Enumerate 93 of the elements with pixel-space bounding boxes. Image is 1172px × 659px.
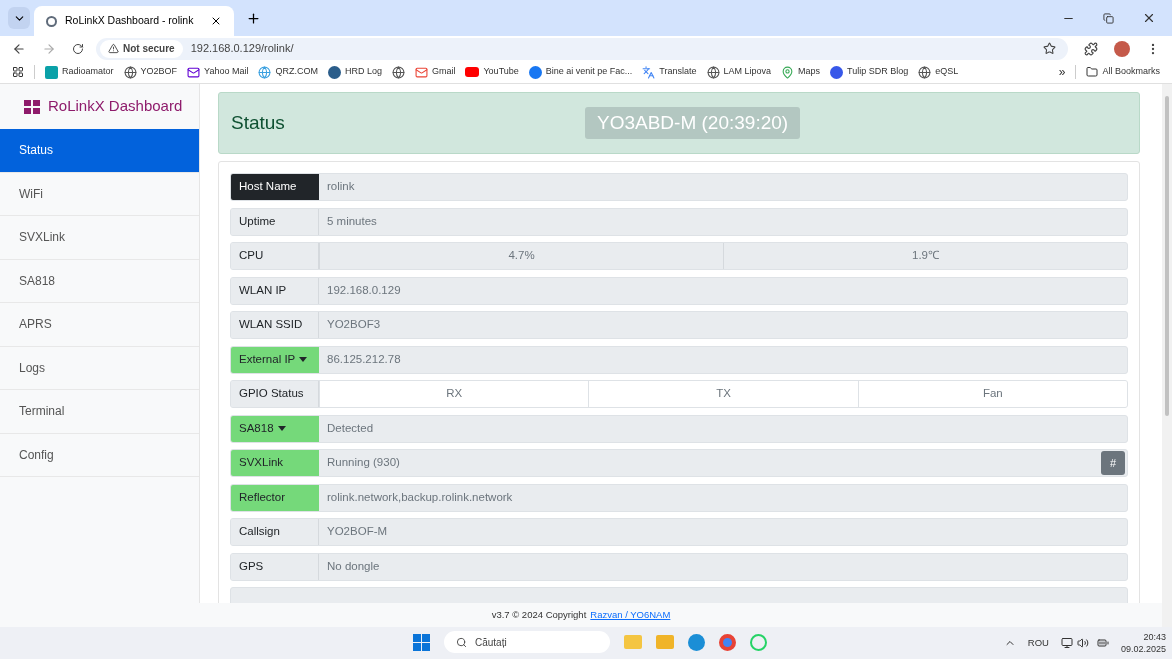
search-field[interactable]: Căutați: [444, 631, 610, 653]
language-indicator[interactable]: ROU: [1027, 635, 1049, 651]
caret-icon: [299, 357, 308, 362]
monitor-icon[interactable]: [1060, 637, 1073, 649]
row-value: 1.9℃: [723, 243, 1127, 269]
row-value: 192.168.0.129: [326, 282, 402, 298]
nav-item[interactable]: SA818: [0, 259, 199, 303]
avatar[interactable]: [1114, 40, 1130, 57]
gear-icon: [46, 15, 57, 27]
bookmark[interactable]: LAM Lipova: [723, 65, 772, 79]
close-icon[interactable]: [1142, 11, 1156, 25]
copyright-text: v3.7 © 2024 Copyright: [491, 607, 587, 622]
caret-icon: [277, 426, 286, 431]
status-cell: TX: [588, 381, 858, 407]
browser-tab[interactable]: RoLinkX Dashboard - rolink: [34, 6, 234, 36]
map-pin-icon[interactable]: [781, 65, 795, 79]
bookmark[interactable]: Gmail: [431, 65, 456, 79]
bookmark[interactable]: Yahoo Mail: [204, 65, 249, 79]
mail-icon[interactable]: [187, 65, 201, 79]
nav-item[interactable]: Logs: [0, 346, 199, 390]
browser-icon[interactable]: [719, 633, 736, 651]
nav-item[interactable]: WiFi: [0, 172, 199, 216]
security-chip[interactable]: Not secure: [100, 39, 183, 58]
all-bookmarks-button[interactable]: All Bookmarks: [1086, 65, 1160, 79]
more-bookmarks-button[interactable]: »: [1058, 63, 1066, 81]
browser-icon[interactable]: [688, 633, 705, 651]
nav-item[interactable]: APRS: [0, 303, 199, 347]
callsign-badge: YO3ABD-M (20:39:20): [585, 107, 801, 139]
row-value: 4.7%: [319, 243, 723, 269]
bookmark[interactable]: YO2BOF: [140, 65, 178, 79]
row-value: YO2BOF3: [326, 317, 382, 333]
clock[interactable]: 20:43 09.02.2025: [1120, 631, 1166, 655]
apps-icon[interactable]: [12, 66, 24, 78]
brand-title[interactable]: RoLinkX Dashboard: [48, 95, 183, 118]
globe-icon[interactable]: [123, 65, 137, 79]
bookmark[interactable]: eQSL: [935, 65, 959, 79]
status-cell: RX: [319, 381, 589, 407]
bookmark[interactable]: Maps: [798, 65, 821, 79]
logo-icon: [24, 99, 40, 114]
back-icon[interactable]: [12, 41, 26, 56]
row-label[interactable]: External IP: [231, 346, 319, 373]
bookmark[interactable]: QRZ.COM: [275, 65, 318, 79]
battery-icon[interactable]: [1096, 637, 1109, 649]
new-tab-icon[interactable]: [246, 10, 261, 26]
status-cell: Fan: [857, 381, 1127, 407]
row-label: Reflector: [231, 484, 319, 511]
folder-icon: [1086, 66, 1099, 78]
reload-icon[interactable]: [72, 42, 84, 55]
row-value: Detected: [326, 420, 375, 436]
globe-icon[interactable]: [391, 65, 405, 79]
row-value: 86.125.212.78: [326, 351, 402, 367]
row-label: SVXLink: [231, 450, 319, 476]
url-text: 192.168.0.129/rolink/: [190, 41, 294, 57]
nav-item[interactable]: Config: [0, 433, 199, 477]
nav-item[interactable]: Terminal: [0, 390, 199, 434]
puzzle-icon[interactable]: [1084, 41, 1098, 56]
speaker-icon[interactable]: [1076, 637, 1089, 649]
author-link[interactable]: Razvan / YO6NAM: [590, 607, 671, 623]
row-label[interactable]: SA818: [231, 415, 319, 442]
action-button[interactable]: #: [1101, 451, 1125, 475]
row-value: YO2BOF-M: [326, 524, 389, 540]
close-icon[interactable]: [210, 15, 222, 27]
bookmark[interactable]: HRD Log: [344, 65, 382, 79]
row-value: 5 minutes: [326, 213, 378, 229]
row-label: Host Name: [231, 174, 319, 200]
antenna-icon[interactable]: [45, 65, 58, 79]
address-field[interactable]: Not secure 192.168.0.129/rolink/: [96, 37, 1068, 60]
scrollbar[interactable]: [1162, 84, 1172, 627]
row-value: rolink.network,backup.rolink.network: [326, 489, 514, 505]
restore-icon[interactable]: [1103, 12, 1114, 24]
globe-icon[interactable]: [706, 65, 720, 79]
bookmark[interactable]: Tulip SDR Blog: [847, 65, 909, 79]
bookmark[interactable]: Translate: [659, 65, 697, 79]
tab-title: RoLinkX Dashboard - rolink: [65, 13, 195, 29]
nav-item[interactable]: Status: [0, 129, 199, 173]
tab-list-button[interactable]: [8, 7, 30, 29]
search-icon: [456, 636, 467, 648]
mail-icon[interactable]: [414, 65, 428, 79]
nav-item[interactable]: SVXLink: [0, 216, 199, 260]
globe-icon[interactable]: [327, 65, 341, 79]
bookmark[interactable]: Bine ai venit pe Fac...: [545, 65, 633, 79]
play-icon[interactable]: [465, 67, 480, 77]
row-value: No dongle: [326, 558, 381, 574]
star-icon[interactable]: [1043, 42, 1056, 55]
windows-icon[interactable]: [413, 633, 430, 651]
bookmark[interactable]: YouTube: [483, 65, 519, 79]
row-value: rolink: [326, 179, 356, 195]
warning-icon: [108, 43, 119, 54]
bookmark[interactable]: Radioamator: [62, 65, 114, 79]
page-title: Status: [231, 110, 285, 135]
row-value: Running (930): [326, 455, 401, 471]
globe-icon[interactable]: [918, 65, 932, 79]
translate-icon[interactable]: [642, 65, 656, 79]
